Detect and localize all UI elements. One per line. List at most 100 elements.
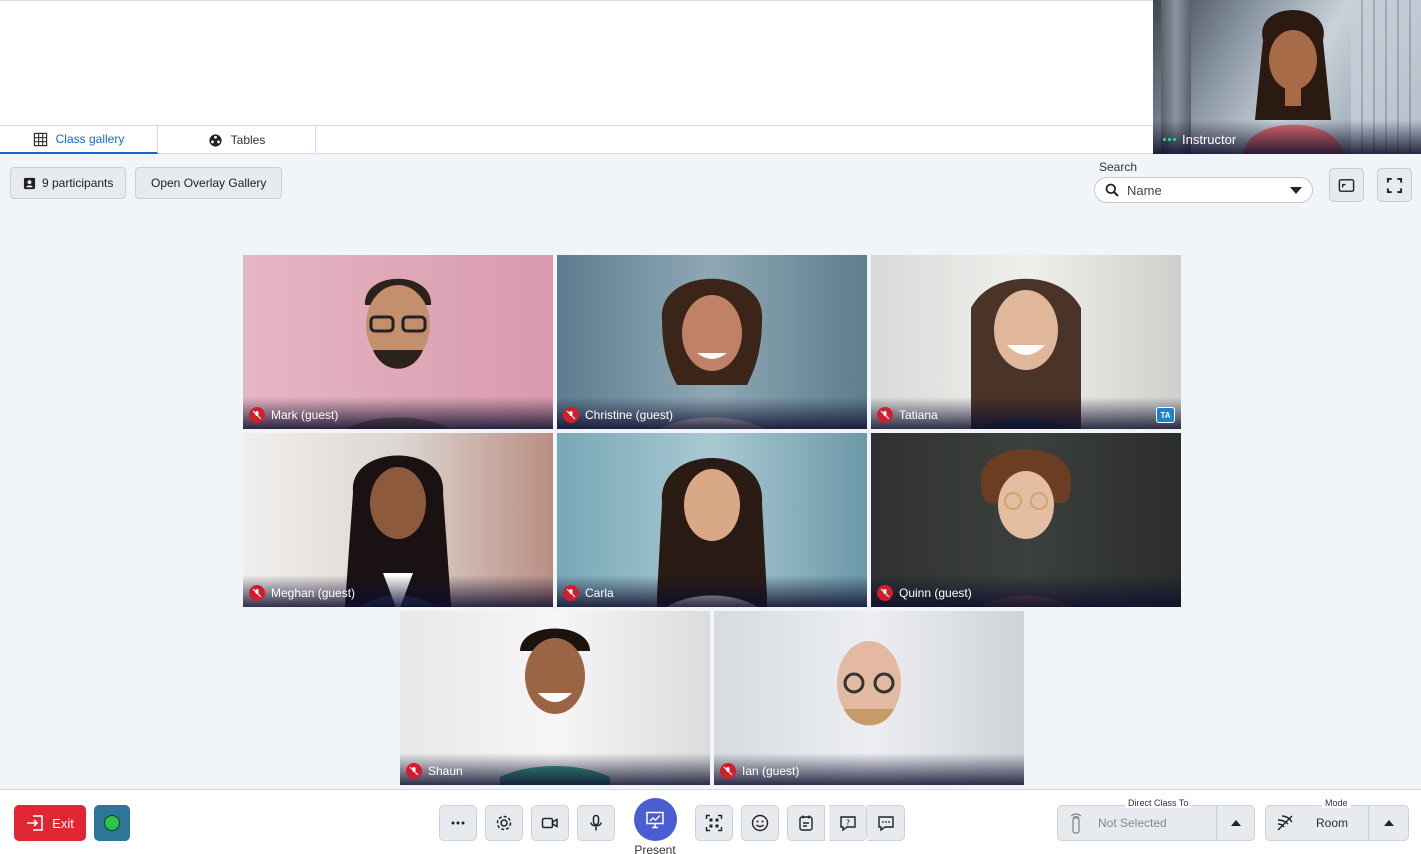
ellipsis-icon	[451, 821, 465, 825]
participant-tile[interactable]: Christine (guest)	[557, 255, 867, 429]
participants-count: 9 participants	[42, 176, 114, 190]
qr-code-icon	[705, 814, 723, 832]
direct-class-value: Not Selected	[1098, 816, 1167, 830]
mic-off-icon	[877, 585, 893, 601]
participant-label: Meghan (guest)	[249, 585, 355, 601]
participant-name: Christine (guest)	[585, 408, 674, 422]
present-control: Present	[630, 798, 680, 854]
mic-off-icon	[563, 585, 579, 601]
participant-name: Mark (guest)	[271, 408, 339, 422]
participant-label: Tatiana	[877, 407, 938, 423]
instructor-label: Instructor	[1163, 132, 1236, 147]
ta-badge: TA	[1156, 407, 1175, 423]
questions-button[interactable]: ?	[829, 805, 867, 841]
gear-icon	[496, 815, 512, 831]
participant-name: Ian (guest)	[742, 764, 800, 778]
presentation-icon	[646, 811, 664, 828]
overlay-label: Open Overlay Gallery	[151, 176, 267, 190]
gallery-tabs: Class gallery Tables	[0, 126, 1153, 154]
bottom-toolbar: Exit Present ? Direct Class To Not Selec…	[0, 789, 1421, 854]
grid-icon	[33, 132, 47, 146]
contact-card-icon	[23, 177, 36, 189]
camera-icon	[541, 817, 558, 829]
picture-in-picture-button[interactable]	[1329, 168, 1364, 202]
direct-class-select: Direct Class To Not Selected	[1057, 798, 1255, 841]
mode-expand-button[interactable]	[1369, 805, 1409, 841]
search-value: Name	[1127, 182, 1162, 198]
search-select[interactable]: Name	[1094, 177, 1313, 203]
direct-class-dropdown[interactable]: Direct Class To Not Selected	[1057, 798, 1217, 841]
participant-label: Quinn (guest)	[877, 585, 972, 601]
direct-class-expand-button[interactable]	[1217, 805, 1255, 841]
participant-tile[interactable]: Mark (guest)	[243, 255, 553, 429]
instructor-video-tile[interactable]: Instructor	[1153, 0, 1421, 154]
fullscreen-icon	[1386, 177, 1403, 193]
qr-code-button[interactable]	[695, 805, 733, 841]
participant-label: Mark (guest)	[249, 407, 338, 423]
mic-off-icon	[249, 585, 265, 601]
participant-name: Carla	[585, 586, 614, 600]
mic-off-icon	[563, 407, 579, 423]
exit-icon	[27, 815, 43, 831]
notepad-icon	[799, 815, 813, 831]
tab-class-gallery[interactable]: Class gallery	[0, 126, 158, 154]
tables-icon	[209, 133, 222, 147]
chat-button[interactable]	[867, 805, 905, 841]
participants-button[interactable]: 9 participants	[10, 167, 127, 199]
open-overlay-gallery-button[interactable]: Open Overlay Gallery	[135, 167, 283, 199]
participant-tile[interactable]: Shaun	[400, 611, 710, 785]
microphone-button[interactable]	[577, 805, 615, 841]
more-options-button[interactable]	[439, 805, 477, 841]
exit-button[interactable]: Exit	[14, 805, 86, 841]
chevron-down-icon	[1290, 186, 1302, 194]
reactions-button[interactable]	[741, 805, 779, 841]
status-button[interactable]	[94, 805, 130, 841]
notes-button[interactable]	[787, 805, 825, 841]
mic-off-icon	[720, 763, 736, 779]
tab-label: Class gallery	[55, 132, 125, 146]
picture-in-picture-icon	[1338, 178, 1355, 192]
signal-icon	[1163, 138, 1176, 141]
mode-legend: Mode	[1322, 798, 1351, 808]
fullscreen-button[interactable]	[1377, 168, 1412, 202]
present-button[interactable]	[633, 798, 677, 841]
mode-select: Mode Room	[1265, 798, 1409, 841]
broadcast-icon	[1277, 815, 1293, 831]
mode-value: Room	[1316, 816, 1349, 830]
participant-label: Carla	[563, 585, 614, 601]
search-icon	[1105, 183, 1119, 197]
present-label: Present	[634, 843, 676, 854]
chevron-up-icon	[1383, 820, 1394, 826]
participant-label: Christine (guest)	[563, 407, 673, 423]
participant-name: Meghan (guest)	[271, 586, 356, 600]
mic-off-icon	[877, 407, 893, 423]
direct-class-legend: Direct Class To	[1125, 798, 1192, 808]
participant-name: Tatiana	[899, 408, 938, 422]
tab-tables[interactable]: Tables	[158, 126, 316, 154]
participant-tile[interactable]: Carla	[557, 433, 867, 607]
mode-dropdown[interactable]: Mode Room	[1265, 798, 1369, 841]
mic-off-icon	[249, 407, 265, 423]
smiley-icon	[751, 814, 769, 832]
chat-bubble-icon	[877, 816, 894, 832]
settings-button[interactable]	[485, 805, 523, 841]
status-dot-icon	[104, 815, 120, 831]
participant-tile[interactable]: Tatiana TA	[871, 255, 1181, 429]
camera-button[interactable]	[531, 805, 569, 841]
chevron-up-icon	[1230, 820, 1241, 826]
participant-tile[interactable]: Ian (guest)	[714, 611, 1024, 785]
participant-label: Shaun	[406, 763, 463, 779]
instructor-name: Instructor	[1182, 132, 1237, 147]
content-area	[0, 0, 1153, 126]
exit-label: Exit	[52, 815, 74, 831]
participant-tile[interactable]: Quinn (guest)	[871, 433, 1181, 607]
tab-label: Tables	[230, 133, 266, 147]
question-bubble-icon: ?	[839, 816, 856, 832]
microphone-icon	[590, 814, 602, 831]
participant-tile[interactable]: Meghan (guest)	[243, 433, 553, 607]
participant-name: Quinn (guest)	[899, 586, 972, 600]
participant-name: Shaun	[428, 764, 463, 778]
participant-label: Ian (guest)	[720, 763, 799, 779]
svg-text:?: ?	[845, 819, 849, 828]
search-label: Search	[1099, 160, 1138, 174]
